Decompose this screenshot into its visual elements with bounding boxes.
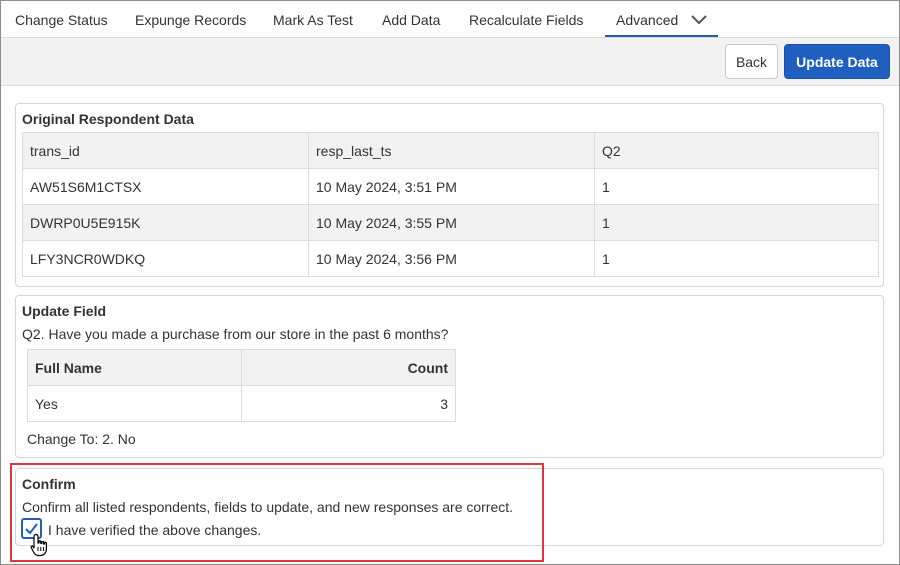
chevron-down-icon[interactable] — [690, 14, 708, 26]
table-cell: 1 — [594, 240, 879, 277]
tab-bar: Change Status Expunge Records Mark As Te… — [1, 1, 899, 38]
action-toolbar: Back Update Data — [1, 38, 899, 86]
hand-pointer-icon — [30, 533, 47, 557]
tab-add-data[interactable]: Add Data — [382, 12, 440, 28]
table-row: AW51S6M1CTSX 10 May 2024, 3:51 PM 1 — [22, 168, 879, 205]
table-cell: Yes — [27, 385, 242, 422]
table-cell: 3 — [241, 385, 456, 422]
table-row: LFY3NCR0WDKQ 10 May 2024, 3:56 PM 1 — [22, 240, 879, 277]
tab-mark-as-test[interactable]: Mark As Test — [273, 12, 353, 28]
tab-recalculate-fields[interactable]: Recalculate Fields — [469, 12, 583, 28]
tab-change-status[interactable]: Change Status — [15, 12, 108, 28]
table-cell: 10 May 2024, 3:56 PM — [308, 240, 595, 277]
table-row: Yes 3 — [27, 385, 456, 422]
column-header[interactable]: resp_last_ts — [308, 132, 595, 169]
table-cell: 10 May 2024, 3:55 PM — [308, 204, 595, 241]
column-header: Full Name — [27, 349, 242, 386]
table-cell: AW51S6M1CTSX — [22, 168, 309, 205]
column-header[interactable]: Q2 — [594, 132, 879, 169]
tab-advanced[interactable]: Advanced — [605, 2, 718, 37]
tab-expunge-records[interactable]: Expunge Records — [135, 12, 246, 28]
question-text: Q2. Have you made a purchase from our st… — [22, 326, 449, 342]
original-respondent-panel: Original Respondent Data trans_id resp_l… — [15, 103, 884, 287]
table-row: DWRP0U5E915K 10 May 2024, 3:55 PM 1 — [22, 204, 879, 241]
table-cell: LFY3NCR0WDKQ — [22, 240, 309, 277]
table-cell: DWRP0U5E915K — [22, 204, 309, 241]
update-field-table: Full Name Count Yes 3 — [27, 349, 456, 422]
column-header[interactable]: trans_id — [22, 132, 309, 169]
original-respondent-table: trans_id resp_last_ts Q2 AW51S6M1CTSX 10… — [22, 132, 879, 277]
update-field-panel: Update Field Q2. Have you made a purchas… — [15, 295, 884, 458]
table-cell: 1 — [594, 204, 879, 241]
back-button[interactable]: Back — [725, 44, 778, 79]
table-cell: 1 — [594, 168, 879, 205]
panel-title: Update Field — [22, 303, 107, 319]
change-to-text: Change To: 2. No — [27, 431, 136, 447]
table-header-row: trans_id resp_last_ts Q2 — [22, 132, 879, 169]
update-data-button[interactable]: Update Data — [784, 44, 890, 79]
highlight-box — [10, 463, 544, 562]
column-header: Count — [241, 349, 456, 386]
table-cell: 10 May 2024, 3:51 PM — [308, 168, 595, 205]
table-header-row: Full Name Count — [27, 349, 456, 386]
panel-title: Original Respondent Data — [22, 111, 194, 127]
tab-advanced-label: Advanced — [616, 12, 679, 28]
